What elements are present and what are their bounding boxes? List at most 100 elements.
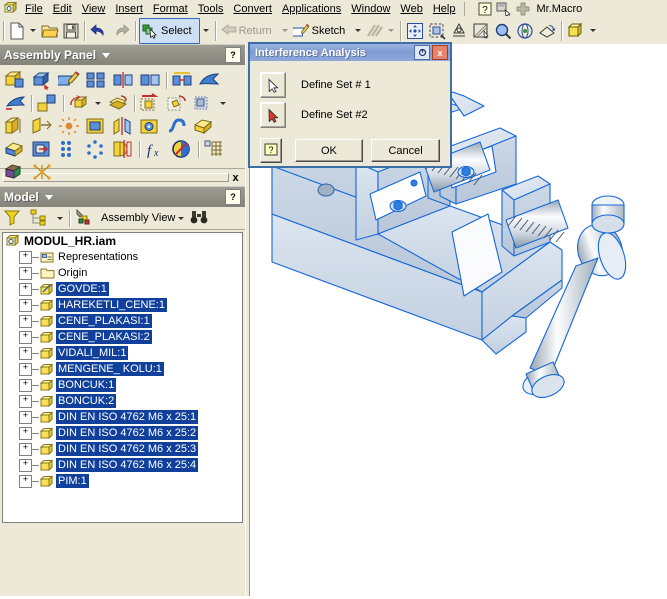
bolt-pattern-icon[interactable] <box>85 139 107 160</box>
select-tool-button[interactable]: Select <box>139 17 200 44</box>
assemble-rotate-icon[interactable] <box>68 93 90 114</box>
tree-item[interactable]: + Representations <box>3 249 242 265</box>
interference-analysis-icon[interactable] <box>171 139 193 160</box>
sketch-button[interactable]: Sketch <box>291 19 353 43</box>
expand-icon[interactable]: + <box>19 250 32 264</box>
presentation-view-icon[interactable] <box>193 93 215 114</box>
hierarchy-icon[interactable] <box>30 208 52 229</box>
new-file-icon[interactable] <box>7 19 27 43</box>
assemble-dropdown-icon[interactable] <box>95 102 101 105</box>
menu-web[interactable]: Web <box>395 1 427 17</box>
tree-item[interactable]: + CENE_PLAKASI:2 <box>3 329 242 345</box>
ok-button[interactable]: OK <box>294 139 364 162</box>
model-panel-header[interactable]: Model ? <box>0 186 245 207</box>
dialog-title-bar[interactable]: Interference Analysis x <box>250 44 450 61</box>
expand-icon[interactable]: + <box>19 266 32 280</box>
view-cube-dropdown-icon[interactable] <box>590 29 597 32</box>
rotate-icon[interactable] <box>536 19 558 43</box>
parameters-fx-icon[interactable]: fx <box>144 139 166 160</box>
frame-member-icon[interactable] <box>85 116 107 137</box>
copy-component-icon[interactable] <box>139 70 161 91</box>
edit-sketch-icon[interactable] <box>55 70 80 91</box>
tree-item[interactable]: + BONCUK:1 <box>3 377 242 393</box>
bolted-connection-icon[interactable] <box>58 139 80 160</box>
mirror-assembly-icon[interactable] <box>112 116 134 137</box>
mirror-component-icon[interactable] <box>112 70 134 91</box>
chevron-down-icon[interactable] <box>102 52 111 58</box>
rotate-component-icon[interactable] <box>4 93 26 114</box>
tree-item[interactable]: + DIN EN ISO 4762 M6 x 25:2 <box>3 425 242 441</box>
create-component-icon[interactable] <box>31 70 53 91</box>
dialog-help-button[interactable]: ? <box>260 138 283 163</box>
tree-item[interactable]: + HAREKETLI_CENE:1 <box>3 297 242 313</box>
tree-item[interactable]: + GOVDE:1 <box>3 281 242 297</box>
joint-network-icon[interactable] <box>31 162 53 183</box>
open-folder-icon[interactable] <box>39 19 61 43</box>
tree-item[interactable]: + CENE_PLAKASI:1 <box>3 313 242 329</box>
tree-item[interactable]: + PIM:1 <box>3 473 242 489</box>
expand-icon[interactable]: + <box>19 314 32 328</box>
expand-icon[interactable]: + <box>19 346 32 360</box>
menu-view[interactable]: View <box>77 1 111 17</box>
zoom-window-icon[interactable] <box>426 19 448 43</box>
close-icon[interactable]: x <box>432 45 448 60</box>
expand-icon[interactable]: + <box>19 362 32 376</box>
menu-applications[interactable]: Applications <box>277 1 346 17</box>
menu-edit[interactable]: Edit <box>48 1 77 17</box>
assembly-view-dropdown-icon[interactable] <box>178 216 185 220</box>
menu-convert[interactable]: Convert <box>228 1 277 17</box>
roll-up-icon[interactable] <box>414 45 430 60</box>
pattern-component-icon[interactable] <box>85 70 107 91</box>
expand-icon[interactable]: + <box>19 474 32 488</box>
tree-item[interactable]: + BONCUK:2 <box>3 393 242 409</box>
assembly-panel-header[interactable]: Assembly Panel ? <box>0 44 245 65</box>
tweak-components-icon[interactable] <box>107 93 129 114</box>
create-bom-icon[interactable] <box>139 93 161 114</box>
look-at-icon[interactable] <box>448 19 470 43</box>
tree-root-node[interactable]: MODUL_HR.iam <box>3 233 242 249</box>
binoculars-icon[interactable] <box>190 208 212 229</box>
hierarchy-dropdown-icon[interactable] <box>57 216 63 220</box>
model-panel-help-icon[interactable]: ? <box>225 189 241 205</box>
drive-constraint-icon[interactable] <box>203 139 225 160</box>
zoom-icon[interactable] <box>492 19 514 43</box>
tree-item[interactable]: + DIN EN ISO 4762 M6 x 25:1 <box>3 409 242 425</box>
expand-icon[interactable]: + <box>19 410 32 424</box>
place-component-icon[interactable] <box>4 70 26 91</box>
constraint-icon[interactable] <box>36 93 58 114</box>
tree-item[interactable]: + MENGENE_ KOLU:1 <box>3 361 242 377</box>
select-dropdown-icon[interactable] <box>202 29 209 32</box>
view-rep-icon[interactable] <box>139 116 161 137</box>
color-part-icon[interactable] <box>4 139 26 160</box>
tree-item[interactable]: + Origin <box>3 265 242 281</box>
close-icon[interactable]: x <box>229 172 242 184</box>
menu-file[interactable]: File <box>20 1 48 17</box>
stress-analysis-icon[interactable] <box>4 162 26 183</box>
assembly-view-icon[interactable] <box>74 208 96 229</box>
design-view-icon[interactable] <box>166 93 188 114</box>
menu-help[interactable]: Help <box>428 1 461 17</box>
tree-item[interactable]: + DIN EN ISO 4762 M6 x 25:4 <box>3 457 242 473</box>
point-cloud-icon[interactable] <box>58 116 80 137</box>
assembly-panel-help-icon[interactable]: ? <box>225 47 241 63</box>
menu-format[interactable]: Format <box>148 1 193 17</box>
bend-part-icon[interactable] <box>166 116 188 137</box>
view-cube-icon[interactable] <box>565 19 587 43</box>
model-tree[interactable]: MODUL_HR.iam + Representations + Origin + … <box>2 232 243 523</box>
sketch-dropdown-icon[interactable] <box>355 29 362 32</box>
expand-icon[interactable]: + <box>19 330 32 344</box>
expand-icon[interactable]: + <box>19 282 32 296</box>
cross-section-icon[interactable] <box>4 116 26 137</box>
presentation-dropdown-icon[interactable] <box>220 102 226 105</box>
expand-icon[interactable]: + <box>19 458 32 472</box>
expand-icon[interactable]: + <box>19 298 32 312</box>
undo-arrow-icon[interactable] <box>88 19 110 43</box>
new-file-dropdown-icon[interactable] <box>30 29 36 32</box>
menu-window[interactable]: Window <box>346 1 395 17</box>
define-set-2-button[interactable] <box>260 102 286 128</box>
replace-component-icon[interactable] <box>171 70 193 91</box>
pan-icon[interactable] <box>404 19 426 43</box>
expand-icon[interactable]: + <box>19 442 32 456</box>
move-component-icon[interactable] <box>198 70 220 91</box>
orbit-icon[interactable] <box>514 19 536 43</box>
